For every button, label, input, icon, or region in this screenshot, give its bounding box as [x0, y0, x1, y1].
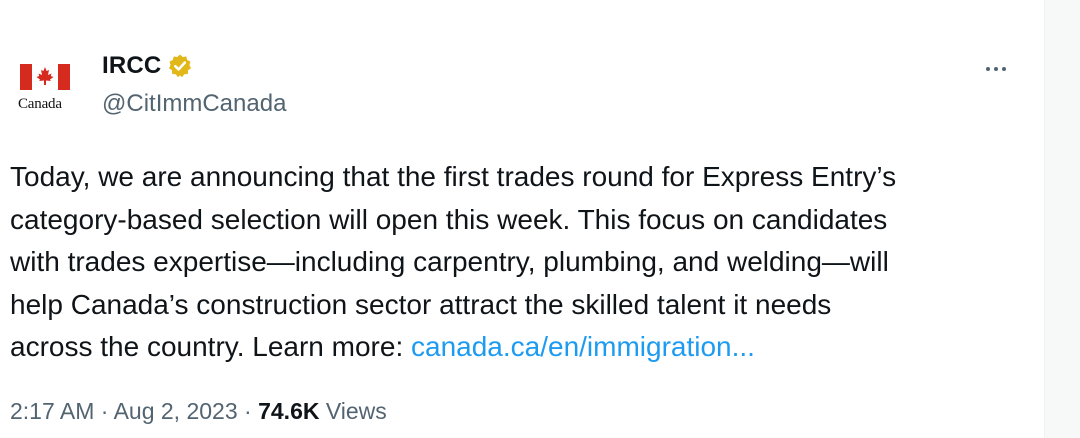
author-name-row: IRCC: [102, 50, 193, 82]
avatar[interactable]: Canada: [12, 58, 80, 118]
tweet-text-tail: across the country. Learn more:: [10, 331, 411, 362]
author-handle[interactable]: @CitImmCanada: [102, 90, 286, 118]
tweet-link[interactable]: canada.ca/en/immigration...: [411, 331, 755, 362]
meta-separator: ·: [100, 398, 109, 424]
views-count: 74.6K: [258, 398, 320, 424]
tweet-text-line: category-based selection will open this …: [10, 203, 888, 235]
tweet-meta: 2:17 AM · Aug 2, 2023 · 74.6K Views: [10, 398, 387, 425]
tweet-text-line: Today, we are announcing that the first …: [10, 161, 897, 192]
tweet-time[interactable]: 2:17 AM: [10, 398, 94, 424]
verified-badge-icon[interactable]: [167, 53, 193, 79]
meta-separator: ·: [244, 398, 252, 424]
more-options-button[interactable]: [976, 54, 1016, 84]
more-options-icon: [986, 67, 990, 71]
tweet-text: Today, we are announcing that the first …: [10, 156, 1020, 369]
right-rail: [1044, 0, 1080, 438]
display-name[interactable]: IRCC: [102, 52, 161, 80]
canada-wordmark: Canada: [18, 96, 62, 112]
tweet-card[interactable]: Canada IRCC @CitImmCanada Today, we are …: [0, 0, 1044, 438]
tweet-text-line-last: across the country. Learn more: canada.c…: [10, 326, 1020, 369]
tweet-text-line: help Canada’s construction sector attrac…: [10, 288, 832, 320]
canada-flag-icon: [20, 64, 70, 90]
tweet-text-line: with trades expertise—including carpentr…: [10, 246, 889, 277]
views-label: Views: [325, 398, 387, 424]
tweet-date[interactable]: Aug 2, 2023: [114, 398, 238, 424]
